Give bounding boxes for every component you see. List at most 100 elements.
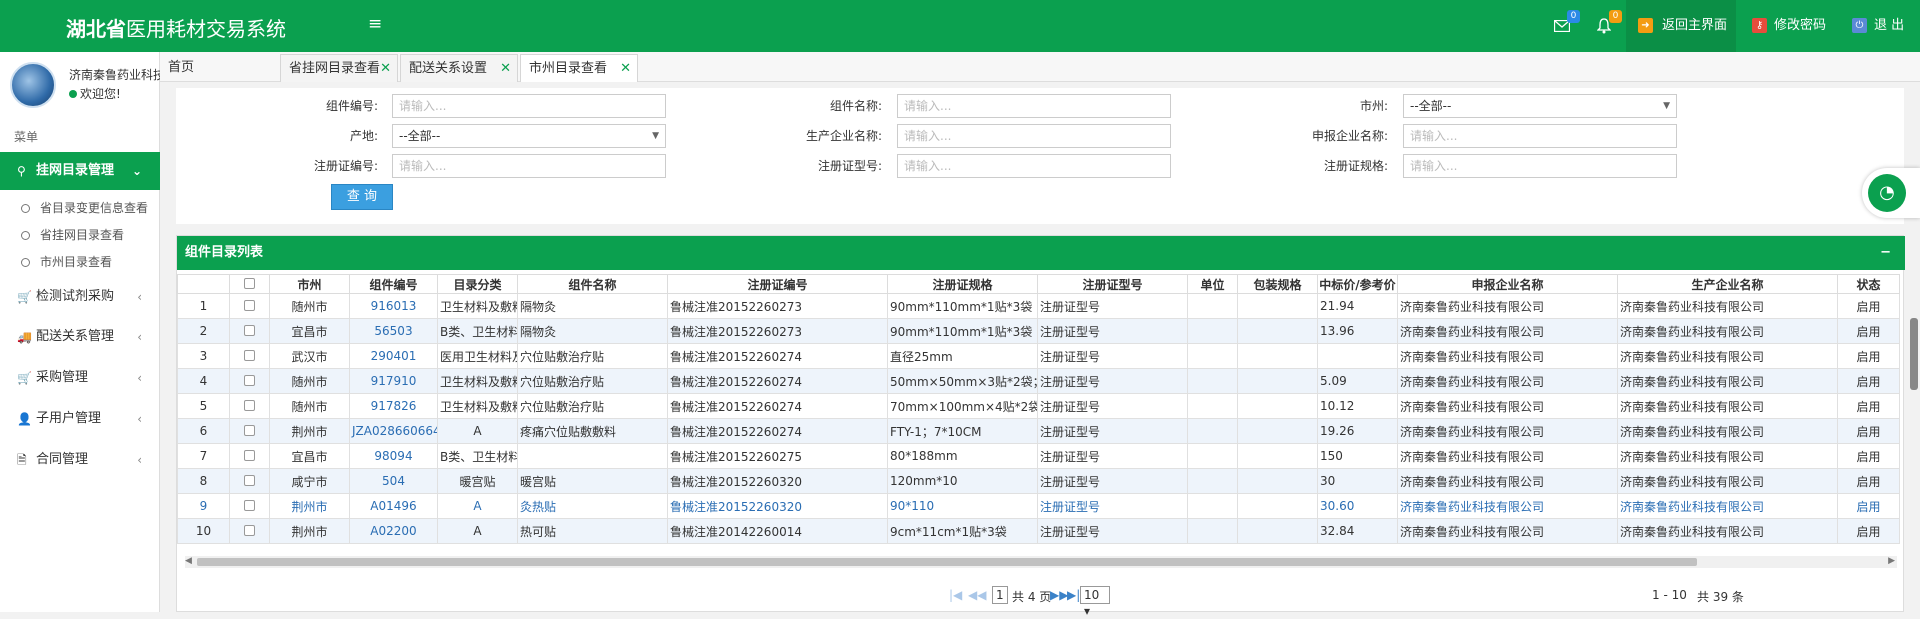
last-page-icon[interactable]: ▶| [1067,588,1080,602]
reg-no-input[interactable] [392,154,666,178]
component-name-input[interactable] [897,94,1171,118]
row-checkbox[interactable] [229,518,270,544]
sidebar-item-listing-catalog[interactable]: ⚲ 挂网目录管理 ⌄ [0,152,160,190]
sidebar-item-reagent-purchase[interactable]: 🛒 检测试剂采购 ‹ [0,278,160,316]
next-page-icon[interactable]: ▶▶ [1050,588,1068,602]
mail-badge: 0 [1567,10,1580,23]
cell-category: 暖宫贴 [437,468,518,494]
table-row[interactable]: 8 咸宁市 504 暖宫贴 暖宫贴 鲁械注准20152260320 120mm*10 注册证型… [177,468,1900,494]
cell-unit [1187,443,1238,469]
checkbox-icon[interactable] [244,278,255,289]
table-row[interactable]: 10 荆州市 A02200 A 热可贴 鲁械注准20142260014 9cm*11cm*1… [177,518,1900,544]
cell-code[interactable]: A02200 [349,518,438,544]
cell-model: 注册证型号 [1037,343,1188,369]
tab-province-catalog[interactable]: 省挂网目录查看 ✕ [280,54,398,82]
mail-icon[interactable]: 0 [1552,10,1580,36]
checkbox-icon[interactable] [244,375,255,386]
floating-widget[interactable]: ◔ [1862,168,1920,218]
avatar [10,62,56,108]
close-icon[interactable]: ✕ [500,55,511,83]
menu-toggle-icon[interactable]: ≡ [368,14,382,34]
close-icon[interactable]: ✕ [380,55,391,83]
sidebar-item-subusers[interactable]: 👤 子用户管理 ‹ [0,400,160,438]
prev-page-icon[interactable]: ◀◀ [968,588,986,602]
horizontal-scrollbar[interactable]: ◀ ▶ [185,556,1897,568]
checkbox-icon[interactable] [244,400,255,411]
sidebar-subitem-province-catalog[interactable]: 省挂网目录查看 [0,222,160,248]
tab-home[interactable]: 首页 [160,54,272,82]
checkbox-icon[interactable] [244,300,255,311]
component-code-input[interactable] [392,94,666,118]
cell-code[interactable]: 504 [349,468,438,494]
cell-code[interactable]: JZA028660664 [349,418,438,444]
table-row[interactable]: 6 荆州市 JZA028660664 A 疼痛穴位贴敷敷料 鲁械注准20152260274… [177,418,1900,444]
checkbox-icon[interactable] [244,500,255,511]
range-text: 1 - 10 [1652,588,1687,602]
row-checkbox[interactable] [229,318,270,344]
scroll-thumb[interactable] [197,558,1697,566]
vertical-scrollbar[interactable] [1910,318,1918,390]
page-size-select[interactable]: 10 ▾ [1080,586,1110,618]
table-row[interactable]: 2 宜昌市 56503 B类、卫生材料 隔物灸 鲁械注准20152260273 90mm*1… [177,318,1900,344]
collapse-icon[interactable]: − [1880,236,1891,270]
cell-code[interactable]: 916013 [349,293,438,319]
scroll-left-icon[interactable]: ◀ [185,556,192,566]
page-number-input[interactable]: 1 [992,586,1008,604]
cell-code[interactable]: A01496 [349,493,438,519]
query-button[interactable]: 查 询 [331,184,393,210]
scroll-right-icon[interactable]: ▶ [1888,556,1895,566]
cell-code[interactable]: 56503 [349,318,438,344]
cell-code[interactable]: 917910 [349,368,438,394]
manufacturer-input[interactable] [897,124,1171,148]
sidebar-subitem-province-change[interactable]: 省目录变更信息查看 [0,195,160,221]
table-row[interactable]: 5 随州市 917826 卫生材料及敷料 穴位贴敷治疗贴 鲁械注准20152260274 7… [177,393,1900,419]
cell-code[interactable]: 98094 [349,443,438,469]
cell-no: 7 [177,443,230,469]
cell-reg-no: 鲁械注准20152260274 [667,343,888,369]
row-checkbox[interactable] [229,443,270,469]
city-select[interactable]: --全部-- ▼ [1403,94,1677,118]
tab-delivery-setting[interactable]: 配送关系设置 ✕ [400,54,518,82]
cell-code[interactable]: 290401 [349,343,438,369]
checkbox-icon[interactable] [244,475,255,486]
checkbox-icon[interactable] [244,350,255,361]
chevron-down-icon: ▼ [1663,101,1670,111]
change-password-link[interactable]: ⚷ 修改密码 [1746,0,1846,52]
home-link[interactable]: ➜ 返回主界面 [1626,0,1736,52]
row-checkbox[interactable] [229,468,270,494]
cell-pack [1237,468,1318,494]
cell-code[interactable]: 917826 [349,393,438,419]
row-checkbox[interactable] [229,293,270,319]
row-checkbox[interactable] [229,418,270,444]
row-checkbox[interactable] [229,393,270,419]
reg-spec-input[interactable] [1403,154,1677,178]
origin-select[interactable]: --全部-- ▼ [392,124,666,148]
sidebar-subitem-city-catalog[interactable]: 市州目录查看 [0,249,160,275]
table-row[interactable]: 9 荆州市 A01496 A 灸热贴 鲁械注准20152260320 90*110 注册证型号… [177,493,1900,519]
row-checkbox[interactable] [229,368,270,394]
bell-icon[interactable]: 0 [1594,10,1622,36]
table-row[interactable]: 4 随州市 917910 卫生材料及敷料 穴位贴敷治疗贴 鲁械注准20152260274 5… [177,368,1900,394]
sidebar-item-delivery[interactable]: 🚚 配送关系管理 ‹ [0,318,160,356]
sidebar-item-contracts[interactable]: 🗎 合同管理 ‹ [0,441,160,479]
tab-city-catalog[interactable]: 市州目录查看 ✕ [520,54,638,82]
reg-model-input[interactable] [897,154,1171,178]
checkbox-icon[interactable] [244,525,255,536]
select-all-checkbox[interactable] [229,274,270,294]
checkbox-icon[interactable] [244,325,255,336]
cell-pack [1237,343,1318,369]
sidebar-item-purchase[interactable]: 🛒 采购管理 ‹ [0,359,160,397]
table-row[interactable]: 7 宜昌市 98094 B类、卫生材料 鲁械注准20152260275 80*188mm 注… [177,443,1900,469]
close-icon[interactable]: ✕ [620,55,631,83]
row-checkbox[interactable] [229,493,270,519]
table-row[interactable]: 1 随州市 916013 卫生材料及敷料 隔物灸 鲁械注准20152260273 90mm*… [177,293,1900,319]
row-checkbox[interactable] [229,343,270,369]
logout-link[interactable]: ⏻ 退 出 [1846,0,1920,52]
first-page-icon[interactable]: |◀ [949,588,962,602]
checkbox-icon[interactable] [244,425,255,436]
cell-model: 注册证型号 [1037,493,1188,519]
checkbox-icon[interactable] [244,450,255,461]
table-row[interactable]: 3 武汉市 290401 医用卫生材料及 穴位贴敷治疗贴 鲁械注准20152260274 直… [177,343,1900,369]
applicant-input[interactable] [1403,124,1677,148]
cell-unit [1187,368,1238,394]
